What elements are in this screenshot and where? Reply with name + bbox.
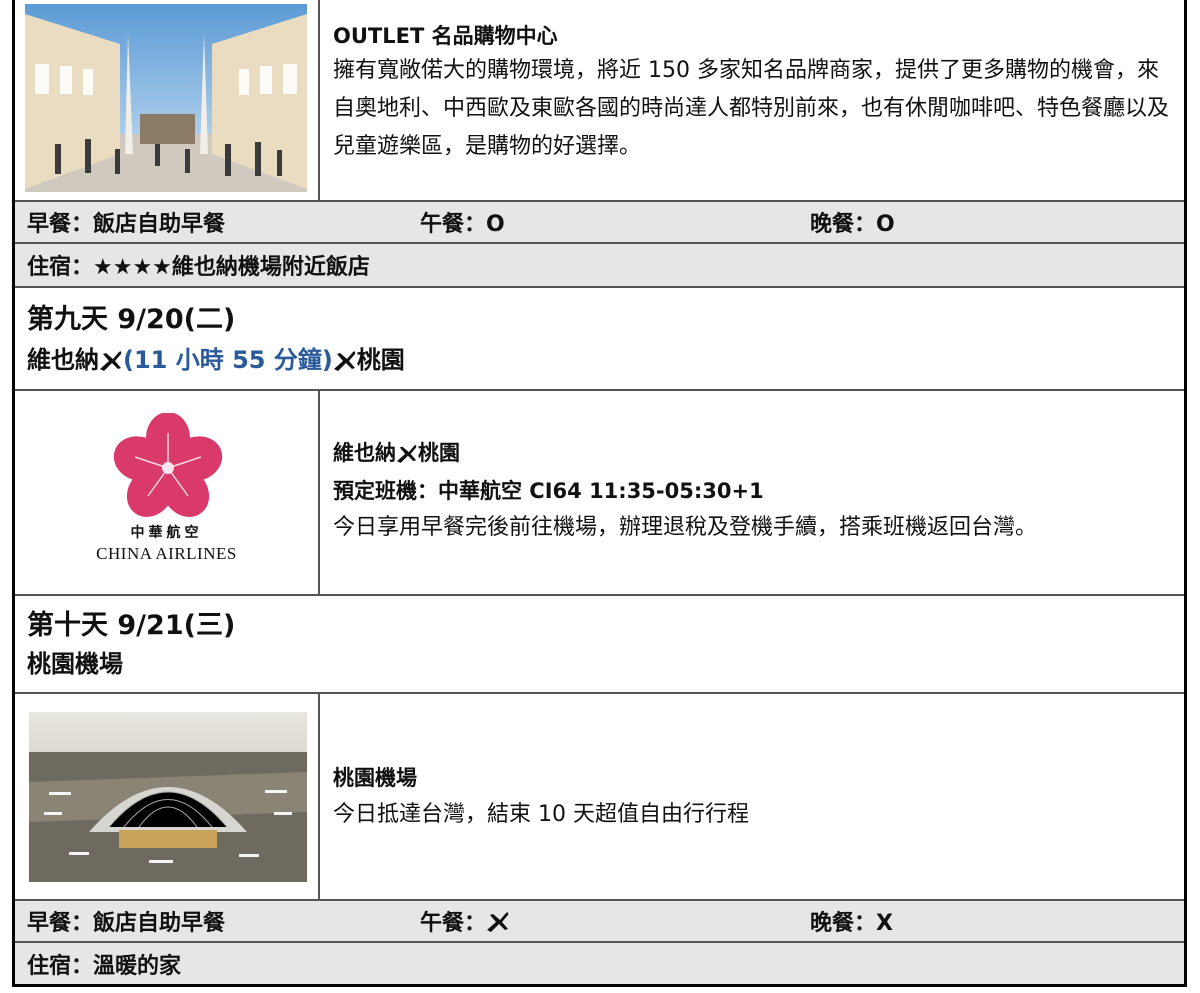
hotel-row-day8: 住宿：★★★★維也納機場附近飯店 bbox=[15, 244, 1184, 286]
outlet-row: OUTLET 名品購物中心 擁有寬敞偌大的購物環境，將近 150 多家知名品牌商… bbox=[15, 0, 1184, 200]
airplane-icon bbox=[333, 351, 356, 371]
meal-row-day10: 早餐：飯店自助早餐 午餐： 晚餐：X bbox=[15, 901, 1184, 941]
dinner-label: 晚餐：X bbox=[810, 911, 893, 936]
itinerary-document: OUTLET 名品購物中心 擁有寬敞偌大的購物環境，將近 150 多家知名品牌商… bbox=[12, 0, 1187, 987]
day10-title: 第十天 9/21(三) bbox=[27, 610, 236, 641]
hotel-label: 住宿：★★★★維也納機場附近飯店 bbox=[27, 255, 370, 280]
route-from: 維也納 bbox=[27, 346, 99, 374]
airport-photo-cell bbox=[15, 694, 320, 899]
meal-row-day8: 早餐：飯店自助早餐 午餐：O 晚餐：O bbox=[15, 202, 1184, 242]
plum-blossom-logo bbox=[113, 413, 223, 517]
day9-title: 第九天 9/20(二) bbox=[27, 304, 236, 335]
lunch-label: 午餐： bbox=[420, 901, 510, 941]
outlet-photo-cell bbox=[15, 0, 320, 200]
airplane-icon bbox=[397, 445, 417, 463]
outlet-description: 擁有寬敞偌大的購物環境，將近 150 多家知名品牌商家，提供了更多購物的機會，來… bbox=[333, 58, 1170, 159]
flight-info: 預定班機：中華航空 CI64 11:35-05:30+1 bbox=[333, 479, 764, 503]
china-airlines-logo-cell: 中華航空 CHINA AIRLINES bbox=[15, 391, 320, 594]
day10-airport-row: 桃園機場 今日抵達台灣，結束 10 天超值自由行行程 bbox=[15, 694, 1184, 899]
hotel-label: 住宿：溫暖的家 bbox=[27, 953, 182, 979]
outlet-title: OUTLET 名品購物中心 bbox=[333, 24, 558, 48]
flight-route-title: 維也納 桃園 bbox=[333, 441, 460, 465]
breakfast-label: 早餐：飯店自助早餐 bbox=[27, 911, 226, 936]
breakfast-label: 早餐：飯店自助早餐 bbox=[27, 212, 226, 237]
day9-description: 今日享用早餐完後前往機場，辦理退稅及登機手續，搭乘班機返回台灣。 bbox=[333, 515, 1038, 540]
logo-chinese-text: 中華航空 bbox=[130, 525, 203, 541]
day10-subtitle: 桃園機場 bbox=[27, 650, 123, 678]
airplane-icon bbox=[100, 351, 122, 371]
flight-duration: (11 小時 55 分鐘) bbox=[123, 346, 333, 374]
day9-header: 第九天 9/20(二) 維也納 (11 小時 55 分鐘) 桃園 bbox=[15, 288, 1184, 389]
day10-header: 第十天 9/21(三) 桃園機場 bbox=[15, 596, 1184, 692]
airport-title: 桃園機場 bbox=[333, 766, 417, 790]
hotel-row-day10: 住宿：溫暖的家 bbox=[15, 943, 1184, 984]
logo-english-text: CHINA AIRLINES bbox=[96, 544, 237, 563]
day9-flight-row: 中華航空 CHINA AIRLINES 維也納 桃園 預定班機：中華航空 CI64… bbox=[15, 391, 1184, 594]
airplane-icon bbox=[487, 912, 509, 932]
dinner-label: 晚餐：O bbox=[810, 212, 895, 237]
day9-route: 維也納 (11 小時 55 分鐘) 桃園 bbox=[27, 344, 405, 376]
outlet-photo bbox=[25, 4, 307, 192]
day10-description: 今日抵達台灣，結束 10 天超值自由行行程 bbox=[333, 802, 749, 827]
route-to: 桃園 bbox=[356, 346, 405, 374]
lunch-label: 午餐：O bbox=[420, 212, 505, 237]
airport-photo bbox=[29, 712, 307, 882]
